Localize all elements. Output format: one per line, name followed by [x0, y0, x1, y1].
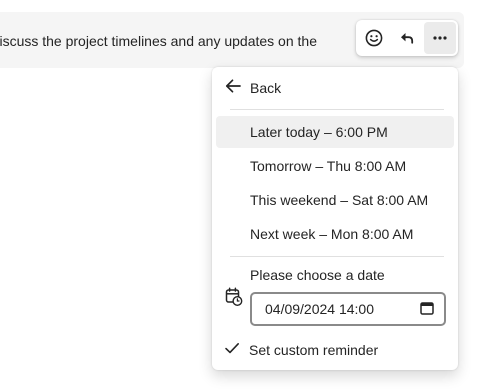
date-picker-label: Please choose a date	[250, 267, 385, 283]
reply-button[interactable]	[391, 22, 423, 54]
date-time-value: 04/09/2024 14:00	[265, 301, 374, 317]
more-options-icon	[432, 30, 448, 46]
reply-icon	[399, 30, 415, 46]
chat-view: o discuss the project timelines and any …	[0, 0, 478, 392]
calendar-icon[interactable]	[420, 301, 434, 318]
message-action-bar	[356, 20, 458, 56]
date-time-input[interactable]: 04/09/2024 14:00	[250, 292, 446, 326]
menu-item-this-weekend[interactable]: This weekend – Sat 8:00 AM	[216, 184, 454, 216]
set-custom-reminder-button[interactable]: Set custom reminder	[224, 339, 378, 361]
message-text-line-1: o discuss the project timelines and any …	[0, 33, 317, 49]
remind-me-menu: Back Later today – 6:00 PM Tomorrow – Th…	[212, 67, 458, 370]
checkmark-icon	[224, 340, 240, 361]
more-options-button[interactable]	[423, 22, 456, 54]
menu-item-next-week[interactable]: Next week – Mon 8:00 AM	[216, 218, 454, 250]
calendar-clock-icon	[225, 287, 243, 312]
menu-divider	[230, 256, 444, 257]
menu-item-tomorrow[interactable]: Tomorrow – Thu 8:00 AM	[216, 150, 454, 182]
menu-item-later-today[interactable]: Later today – 6:00 PM	[216, 116, 454, 148]
set-custom-reminder-label: Set custom reminder	[249, 342, 379, 358]
arrow-left-icon	[224, 77, 242, 100]
emoji-icon	[365, 29, 383, 47]
emoji-reaction-button[interactable]	[359, 22, 391, 54]
back-label: Back	[250, 80, 282, 96]
back-button[interactable]: Back	[224, 77, 281, 99]
menu-divider	[230, 109, 444, 110]
